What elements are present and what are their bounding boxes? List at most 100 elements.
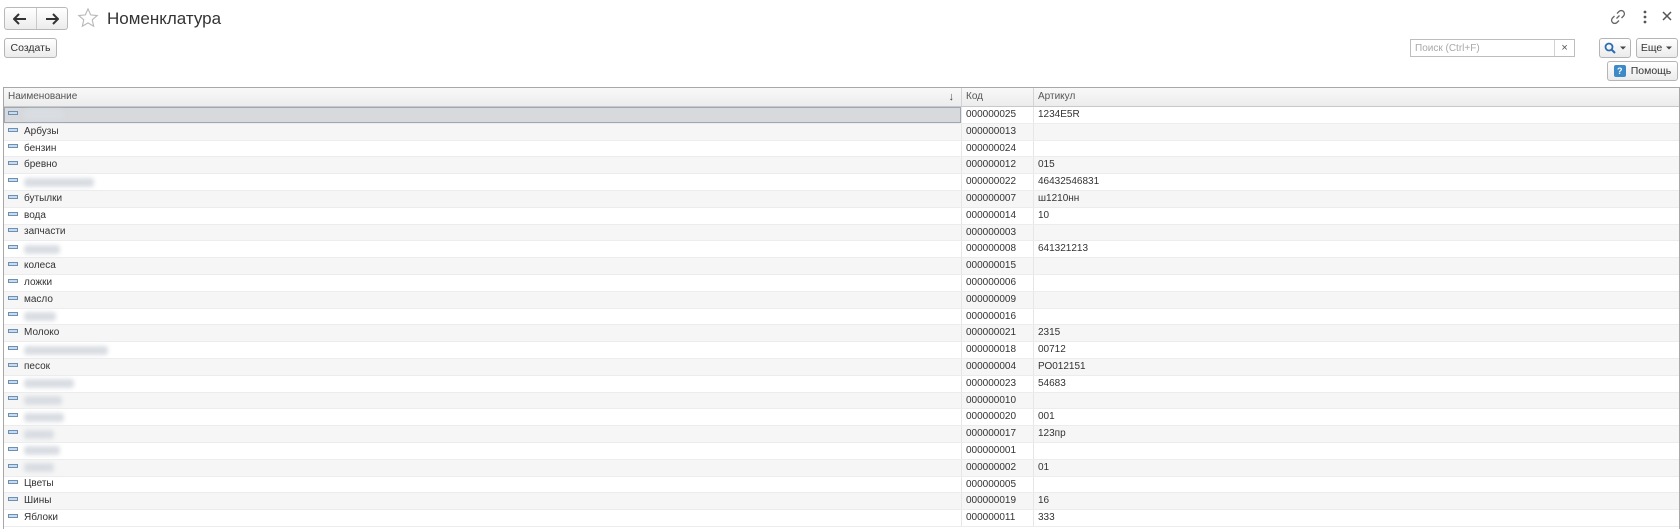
cell-article (1033, 308, 1679, 325)
table-row[interactable]: запчасти 000000003 (4, 224, 1679, 242)
item-name: бревно (24, 159, 58, 171)
table-row[interactable]: бутылки 000000007 ш1210нн (4, 190, 1679, 208)
item-icon (8, 295, 18, 300)
table-row[interactable]: бревно 000000012 015 (4, 157, 1679, 175)
column-header-name[interactable]: Наименование ↓ (4, 88, 961, 106)
search-button[interactable] (1599, 38, 1631, 58)
column-header-article[interactable]: Артикул (1033, 88, 1679, 106)
cell-name: Арбузы (4, 124, 961, 140)
table-body: 000000025 1234E5R Арбузы 000000013 бензин 000… (4, 107, 1679, 527)
forward-button[interactable] (35, 8, 68, 29)
item-name: Яблоки (24, 512, 58, 524)
more-button-label: Еще (1640, 42, 1663, 54)
item-icon (8, 329, 18, 334)
table-row[interactable]: Цветы 000000005 (4, 476, 1679, 494)
redacted-name (24, 345, 108, 355)
cell-article: 1234E5R (1033, 107, 1679, 123)
table-row[interactable]: 000000025 1234E5R (4, 107, 1679, 124)
page-title: Номенклатура (107, 9, 222, 28)
table-row[interactable]: 000000018 00712 (4, 342, 1679, 359)
cell-code: 000000011 (961, 510, 1033, 526)
table-row[interactable]: 000000017 123пр (4, 426, 1679, 443)
item-name: Цветы (24, 478, 54, 490)
vertical-dots-icon[interactable] (1637, 8, 1653, 26)
item-icon (8, 379, 18, 384)
cell-name: бутылки (4, 191, 961, 207)
cell-article: 16 (1033, 493, 1679, 510)
item-icon (8, 127, 18, 132)
redacted-name (24, 446, 60, 456)
cell-article (1033, 392, 1679, 409)
cell-code: 000000004 (961, 358, 1033, 375)
cell-name (4, 174, 961, 190)
table-row[interactable]: Яблоки 000000011 333 (4, 510, 1679, 527)
redacted-name (24, 463, 54, 473)
item-icon (8, 480, 18, 485)
item-icon (8, 446, 18, 451)
table-row[interactable]: ложки 000000006 (4, 274, 1679, 292)
redacted-name (24, 379, 74, 389)
cell-name: Яблоки (4, 510, 961, 526)
chevron-down-icon (1666, 46, 1673, 50)
search-icon (1604, 42, 1616, 54)
nomenclature-table: Наименование ↓ Код Артикул 000000025 1234… (3, 87, 1680, 529)
item-name: Арбузы (24, 125, 59, 137)
cell-code: 000000023 (961, 375, 1033, 392)
redacted-name (24, 244, 60, 254)
table-row[interactable]: 000000001 (4, 442, 1679, 460)
search-box: × (1410, 39, 1575, 57)
cell-code: 000000001 (961, 442, 1033, 459)
table-row[interactable]: песок 000000004 РО012151 (4, 358, 1679, 376)
item-name: Молоко (24, 327, 60, 339)
cell-name: бревно (4, 157, 961, 173)
cell-code: 000000018 (961, 342, 1033, 358)
cell-code: 000000007 (961, 190, 1033, 207)
redacted-name (24, 412, 64, 422)
star-icon[interactable] (77, 7, 99, 29)
item-icon (8, 463, 18, 468)
column-header-code[interactable]: Код (961, 88, 1033, 106)
table-row[interactable]: Молоко 000000021 2315 (4, 325, 1679, 343)
table-row[interactable]: 000000023 54683 (4, 375, 1679, 393)
help-button[interactable]: ? Помощь (1607, 61, 1678, 81)
table-row[interactable]: Арбузы 000000013 (4, 123, 1679, 141)
cell-code: 000000006 (961, 274, 1033, 291)
cell-code: 000000014 (961, 207, 1033, 224)
more-button[interactable]: Еще (1636, 38, 1678, 58)
item-icon (8, 430, 18, 435)
cell-code: 000000005 (961, 476, 1033, 493)
cell-name (4, 309, 961, 325)
table-row[interactable]: 000000010 (4, 392, 1679, 410)
table-row[interactable]: бензин 000000024 (4, 140, 1679, 158)
link-icon[interactable] (1610, 9, 1626, 25)
cell-name: Шины (4, 493, 961, 509)
table-row[interactable]: вода 000000014 10 (4, 207, 1679, 225)
table-row[interactable]: 000000008 641321213 (4, 241, 1679, 259)
table-row[interactable]: 000000020 001 (4, 409, 1679, 427)
item-icon (8, 144, 18, 149)
table-header: Наименование ↓ Код Артикул (4, 88, 1679, 107)
table-row[interactable]: 000000002 01 (4, 459, 1679, 477)
redacted-name (24, 110, 64, 120)
table-row[interactable]: Шины 000000019 16 (4, 493, 1679, 511)
cell-article: 015 (1033, 157, 1679, 174)
create-button[interactable]: Создать (4, 38, 57, 58)
table-row[interactable]: масло 000000009 (4, 291, 1679, 309)
redacted-name (24, 311, 56, 321)
cell-name (4, 342, 961, 358)
table-row[interactable]: 000000016 (4, 308, 1679, 326)
cell-name: масло (4, 292, 961, 308)
close-icon[interactable] (1660, 9, 1674, 23)
back-button[interactable] (5, 8, 36, 29)
search-input[interactable] (1411, 40, 1555, 56)
arrow-left-icon (13, 12, 27, 25)
cell-article: 641321213 (1033, 241, 1679, 258)
cell-code: 000000021 (961, 325, 1033, 342)
cell-name: Молоко (4, 325, 961, 341)
table-row[interactable]: колеса 000000015 (4, 258, 1679, 275)
cell-name: колеса (4, 258, 961, 274)
cell-name: песок (4, 359, 961, 375)
cell-code: 000000002 (961, 459, 1033, 476)
clear-search-button[interactable]: × (1554, 40, 1574, 56)
table-row[interactable]: 000000022 46432546831 (4, 174, 1679, 191)
